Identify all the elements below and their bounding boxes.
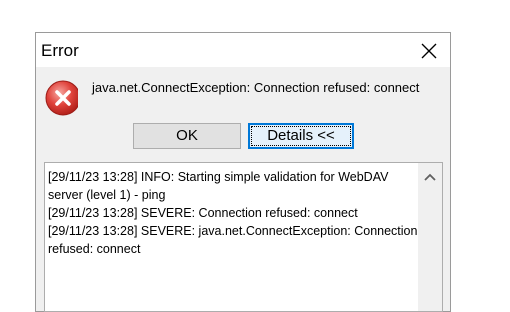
window-title: Error: [41, 41, 79, 60]
title-bar: Error: [36, 33, 450, 67]
log-line: [29/11/23 13:28] INFO: Starting simple v…: [48, 170, 389, 202]
close-icon[interactable]: [420, 42, 438, 60]
log-line: [29/11/23 13:28] SEVERE: Connection refu…: [48, 206, 358, 220]
error-icon: [44, 77, 78, 117]
details-text: [29/11/23 13:28] INFO: Starting simple v…: [48, 168, 418, 258]
details-button[interactable]: Details <<: [248, 123, 354, 149]
ok-button[interactable]: OK: [133, 123, 241, 149]
error-dialog: Error java.net.ConnectException: Connect…: [35, 32, 451, 312]
vertical-scrollbar[interactable]: [418, 163, 442, 311]
log-line: [29/11/23 13:28] SEVERE: java.net.Connec…: [48, 224, 418, 256]
details-log[interactable]: [29/11/23 13:28] INFO: Starting simple v…: [44, 162, 443, 312]
chevron-up-icon[interactable]: [418, 167, 442, 187]
error-message: java.net.ConnectException: Connection re…: [92, 80, 420, 95]
